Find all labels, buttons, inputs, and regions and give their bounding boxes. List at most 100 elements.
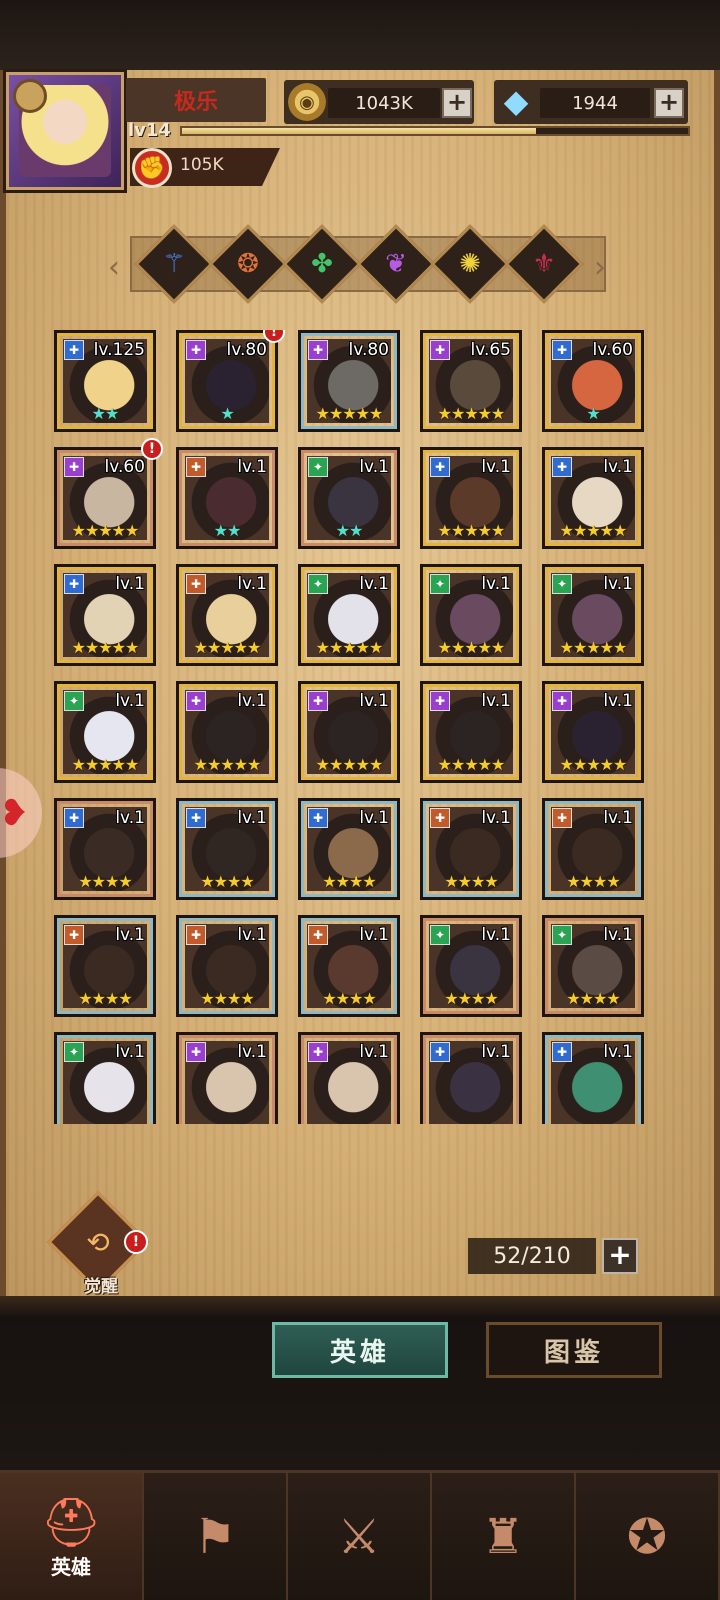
- hero-card[interactable]: ✚ lv.1 ★★★★: [176, 915, 278, 1017]
- hero-level: lv.125: [93, 340, 145, 360]
- nature-element-icon: ✦: [552, 925, 572, 945]
- hero-card[interactable]: ✚ lv.1: [176, 1032, 278, 1124]
- arcane-element-icon: ✚: [64, 457, 84, 477]
- hero-card[interactable]: ✚ lv.1 ★★★★: [176, 798, 278, 900]
- hero-card[interactable]: ✚ lv.1 ★★★★★: [298, 681, 400, 783]
- fire-element-icon: ✚: [186, 925, 206, 945]
- hero-level: lv.1: [359, 1042, 389, 1062]
- hero-stars: ★★: [335, 521, 364, 540]
- fire-element-icon: ❂: [237, 249, 259, 279]
- hero-stars: ★★★★★: [437, 404, 506, 423]
- hero-card[interactable]: ✚ lv.60 ★: [542, 330, 644, 432]
- expand-capacity-button[interactable]: +: [602, 1238, 638, 1274]
- arcane-element-icon: ✚: [552, 691, 572, 711]
- hero-card[interactable]: ✦ lv.1 ★★: [298, 447, 400, 549]
- hero-card[interactable]: ✦ lv.1 ★★★★: [420, 915, 522, 1017]
- water-element-icon: ✚: [64, 808, 84, 828]
- player-level: lv14: [128, 120, 171, 141]
- water-element-icon: ✚: [64, 340, 84, 360]
- diamond-bar: ◆ 1944 +: [494, 80, 688, 124]
- arcane-element-icon: ✚: [308, 691, 328, 711]
- hero-stars: ★★★★: [322, 989, 376, 1008]
- hero-card[interactable]: ✦ lv.1 ★★★★★: [298, 564, 400, 666]
- hero-card[interactable]: ✚ lv.1 ★★★★★: [420, 681, 522, 783]
- hero-card[interactable]: ✦ lv.1 ★★★★★: [542, 564, 644, 666]
- hero-card[interactable]: ✚ lv.80 ★★★★★: [298, 330, 400, 432]
- hero-stars: ★★★★★: [315, 638, 384, 657]
- hero-card[interactable]: ✚ lv.125 ★★: [54, 330, 156, 432]
- hero-card[interactable]: ✚ lv.1: [420, 1032, 522, 1124]
- hero-level: lv.1: [603, 457, 633, 477]
- hero-level: lv.1: [115, 925, 145, 945]
- arcane-element-icon: ✚: [308, 1042, 328, 1062]
- hero-level: lv.1: [115, 691, 145, 711]
- hero-card[interactable]: ✦ lv.1 ★★★★: [542, 915, 644, 1017]
- gold-amount: 1043K: [328, 88, 440, 118]
- hero-card[interactable]: ✚ lv.1 ★★★★: [298, 915, 400, 1017]
- crossed-swords-icon: ⚔: [337, 1508, 381, 1565]
- fire-element-icon: ✚: [64, 925, 84, 945]
- arcane-element-icon: ✚: [186, 1042, 206, 1062]
- hero-card[interactable]: ✦ lv.1: [54, 1032, 156, 1124]
- arcane-element-icon: ✚: [186, 340, 206, 360]
- hero-level: lv.1: [481, 925, 511, 945]
- hero-level: lv.1: [115, 808, 145, 828]
- add-diamond-button[interactable]: +: [654, 88, 684, 118]
- hero-card[interactable]: ✦ lv.1 ★★★★★: [54, 681, 156, 783]
- hero-level: lv.1: [481, 1042, 511, 1062]
- hero-card[interactable]: ✚ lv.1 ★★★★: [54, 915, 156, 1017]
- hero-stars: ★★★★★: [315, 755, 384, 774]
- hero-card[interactable]: ✚ lv.1 ★★★★★: [542, 681, 644, 783]
- nature-element-icon: ✦: [308, 457, 328, 477]
- hero-card[interactable]: ✚ lv.1 ★★★★★: [420, 447, 522, 549]
- arcane-element-icon: ✚: [430, 691, 450, 711]
- hero-level: lv.1: [603, 574, 633, 594]
- nature-element-icon: ✤: [311, 249, 333, 279]
- hero-card[interactable]: ✚ lv.1 ★★★★: [420, 798, 522, 900]
- hero-card[interactable]: ✚ lv.1 ★★★★★: [542, 447, 644, 549]
- nav-adventure[interactable]: ⚑: [144, 1473, 288, 1600]
- xp-bar: [180, 126, 690, 136]
- hero-card[interactable]: ✚ lv.1 ★★: [176, 447, 278, 549]
- nav-battle[interactable]: ⚔: [288, 1473, 432, 1600]
- hero-level: lv.1: [359, 925, 389, 945]
- filter-left-arrow-icon[interactable]: ‹: [108, 250, 120, 285]
- fire-element-icon: ✚: [186, 457, 206, 477]
- nav-heroes[interactable]: ⛑ 英雄: [0, 1473, 144, 1600]
- diamond-icon: ◆: [503, 82, 529, 120]
- hero-card[interactable]: ✚ lv.1 ★★★★★: [176, 681, 278, 783]
- hero-card[interactable]: ✚ lv.1 ★★★★: [298, 798, 400, 900]
- hero-card[interactable]: ✚ lv.1 ★★★★★: [54, 564, 156, 666]
- filter-right-arrow-icon[interactable]: ›: [594, 250, 606, 285]
- tab-heroes[interactable]: 英雄: [272, 1322, 448, 1378]
- player-avatar[interactable]: [6, 72, 124, 190]
- hero-card[interactable]: ✚ lv.1: [298, 1032, 400, 1124]
- awaken-alert-badge: !: [124, 1230, 148, 1254]
- hero-card[interactable]: ✚ lv.1 ★★★★★: [176, 564, 278, 666]
- nature-element-icon: ✦: [308, 574, 328, 594]
- arcane-element-icon: ✚: [430, 340, 450, 360]
- hero-level: lv.1: [115, 1042, 145, 1062]
- hero-level: lv.65: [470, 340, 512, 360]
- hero-card[interactable]: ✚ lv.1 ★★★★: [54, 798, 156, 900]
- tab-codex[interactable]: 图鉴: [486, 1322, 662, 1378]
- hero-card[interactable]: ✚ lv.1 ★★★★: [542, 798, 644, 900]
- hero-stars: ★★★★★: [559, 521, 628, 540]
- hero-stars: ★★★★★: [559, 755, 628, 774]
- gear-badge-icon: [13, 79, 47, 113]
- hero-card[interactable]: ✚ lv.65 ★★★★★: [420, 330, 522, 432]
- hero-level: lv.1: [481, 574, 511, 594]
- hero-card[interactable]: ✚ lv.80 ★!: [176, 330, 285, 432]
- hero-stars: ★: [586, 404, 600, 423]
- nav-castle[interactable]: ♜: [432, 1473, 576, 1600]
- hero-level: lv.1: [359, 808, 389, 828]
- hero-card[interactable]: ✦ lv.1 ★★★★★: [420, 564, 522, 666]
- water-element-icon: ✚: [552, 457, 572, 477]
- hero-card[interactable]: ✚ lv.60 ★★★★★!: [54, 438, 163, 549]
- hero-level: lv.1: [603, 1042, 633, 1062]
- hero-card[interactable]: ✚ lv.1: [542, 1032, 644, 1124]
- nav-guild[interactable]: ✪: [576, 1473, 720, 1600]
- hero-stars: ★★★★★: [437, 638, 506, 657]
- hero-level: lv.1: [481, 691, 511, 711]
- add-gold-button[interactable]: +: [442, 88, 472, 118]
